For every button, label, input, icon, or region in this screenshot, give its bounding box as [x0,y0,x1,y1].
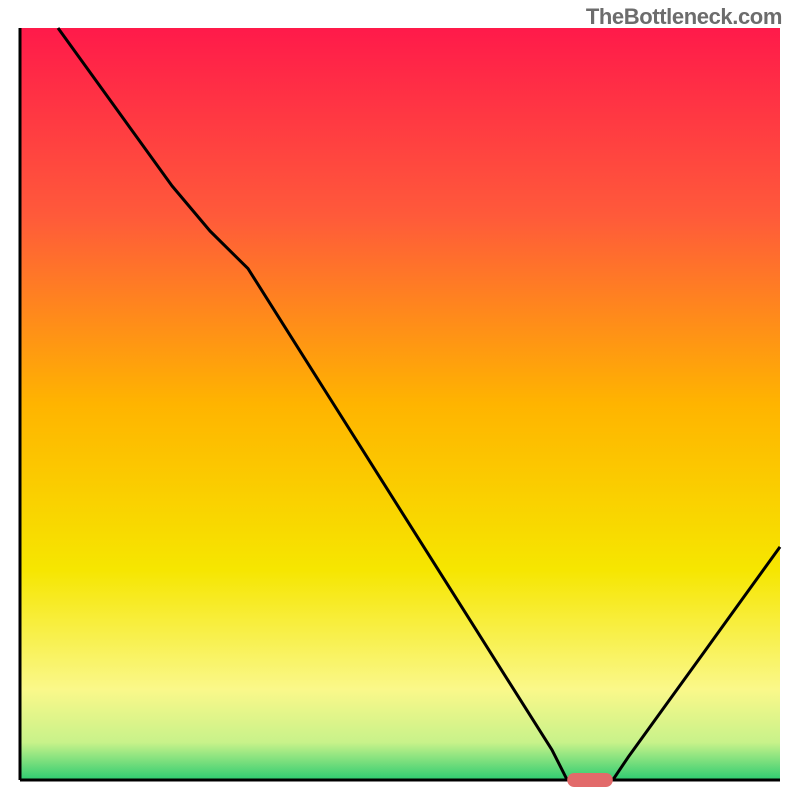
optimal-marker [567,773,613,787]
watermark-label: TheBottleneck.com [586,4,782,30]
chart-background [20,28,780,780]
chart-canvas [0,0,800,800]
bottleneck-chart: TheBottleneck.com [0,0,800,800]
